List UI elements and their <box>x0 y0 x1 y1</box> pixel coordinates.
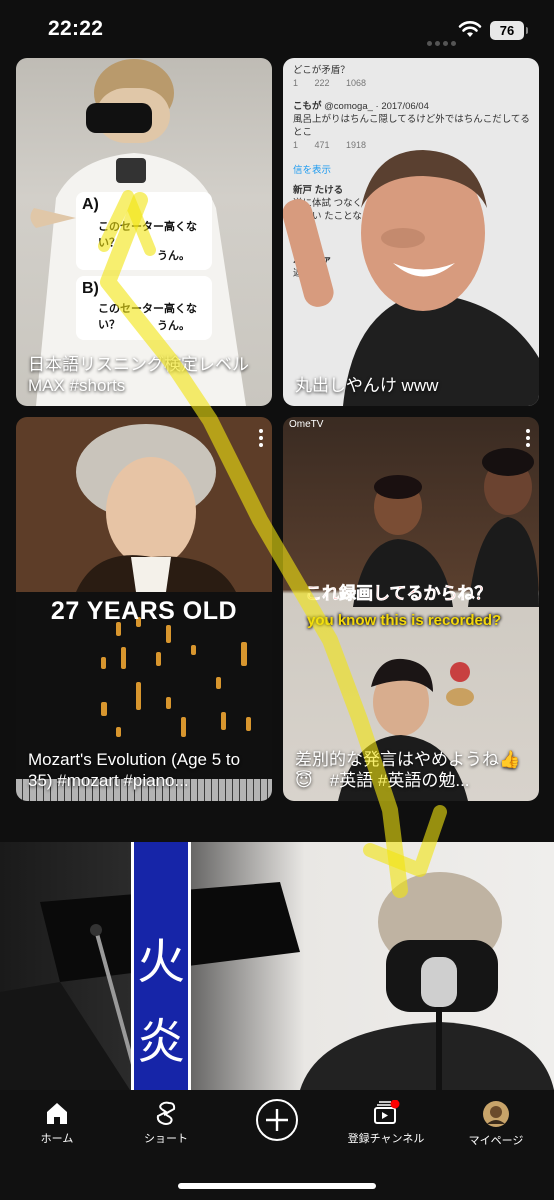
short-card-twitter-reaction[interactable]: どこが矛盾？ 1 222 1068 こもが @comoga_ · 2017/06… <box>283 58 539 406</box>
quiz-card-a: A) このセーター高くない？ うん。 <box>76 192 212 270</box>
avatar <box>483 1101 509 1127</box>
subscriptions-icon <box>374 1100 400 1124</box>
wifi-icon <box>458 21 482 37</box>
tab-home[interactable]: ホーム <box>12 1100 102 1146</box>
age-overlay-text: 27 YEARS OLD <box>50 597 238 625</box>
tab-label: ショート <box>144 1133 188 1145</box>
caption-japanese: これ録画してるからね？ <box>305 584 492 604</box>
caption-english: you know this is recorded? <box>307 612 502 629</box>
short-card-mozart[interactable]: 27 YEARS OLD Mozart's Evolution (Age 5 t… <box>16 417 272 801</box>
tab-subscriptions[interactable]: 登録チャンネル <box>341 1100 431 1146</box>
more-options-icon[interactable] <box>525 429 531 447</box>
thumbnail: 27 YEARS OLD <box>16 417 272 801</box>
video-title: 日本語リスニング検定レベルMAX #shorts <box>28 355 249 395</box>
quiz-card-b: B) このセーター高くない？ うん。 <box>76 276 212 340</box>
create-button[interactable] <box>232 1098 322 1142</box>
tab-shorts[interactable]: ショート <box>121 1100 211 1146</box>
person-figure <box>283 150 539 406</box>
more-options-icon[interactable] <box>258 429 264 447</box>
people-figures <box>338 448 539 801</box>
clock: 22:22 <box>48 17 104 40</box>
short-card-ometv[interactable]: OmeTV これ録画してるからね？ you know this is recor… <box>283 417 539 801</box>
thumbnail: OmeTV これ録画してるからね？ you know this is recor… <box>283 417 539 801</box>
featured-video-preview[interactable]: 火 炎 <box>0 842 554 1090</box>
signal-dots-icon <box>427 33 459 51</box>
status-bar: 22:22 76 <box>0 0 554 58</box>
tab-label: マイページ <box>468 1135 524 1147</box>
ometv-badge: OmeTV <box>289 419 324 430</box>
tab-label: ホーム <box>40 1133 74 1145</box>
title-banner: 火 炎 <box>131 842 191 1090</box>
battery-indicator: 76 <box>490 21 528 40</box>
video-title: 丸出しやんけ www <box>295 376 439 395</box>
video-title: 差別的な発言はやめようね👍😇 #英語 #英語の勉... <box>295 750 521 790</box>
home-indicator <box>178 1183 376 1189</box>
tab-my-page[interactable]: マイページ <box>451 1100 541 1148</box>
thumbnail: どこが矛盾？ 1 222 1068 こもが @comoga_ · 2017/06… <box>283 58 539 406</box>
shorts-icon <box>156 1101 176 1125</box>
create-plus-icon <box>256 1099 298 1141</box>
video-title: Mozart's Evolution (Age 5 to 35) #mozart… <box>28 750 241 790</box>
home-icon <box>47 1103 67 1124</box>
video-scene <box>0 872 554 1090</box>
tab-label: 登録チャンネル <box>347 1133 425 1145</box>
short-card-listening-test[interactable]: A) このセーター高くない？ うん。 B) このセーター高くない？ うん。 日本… <box>16 58 272 406</box>
